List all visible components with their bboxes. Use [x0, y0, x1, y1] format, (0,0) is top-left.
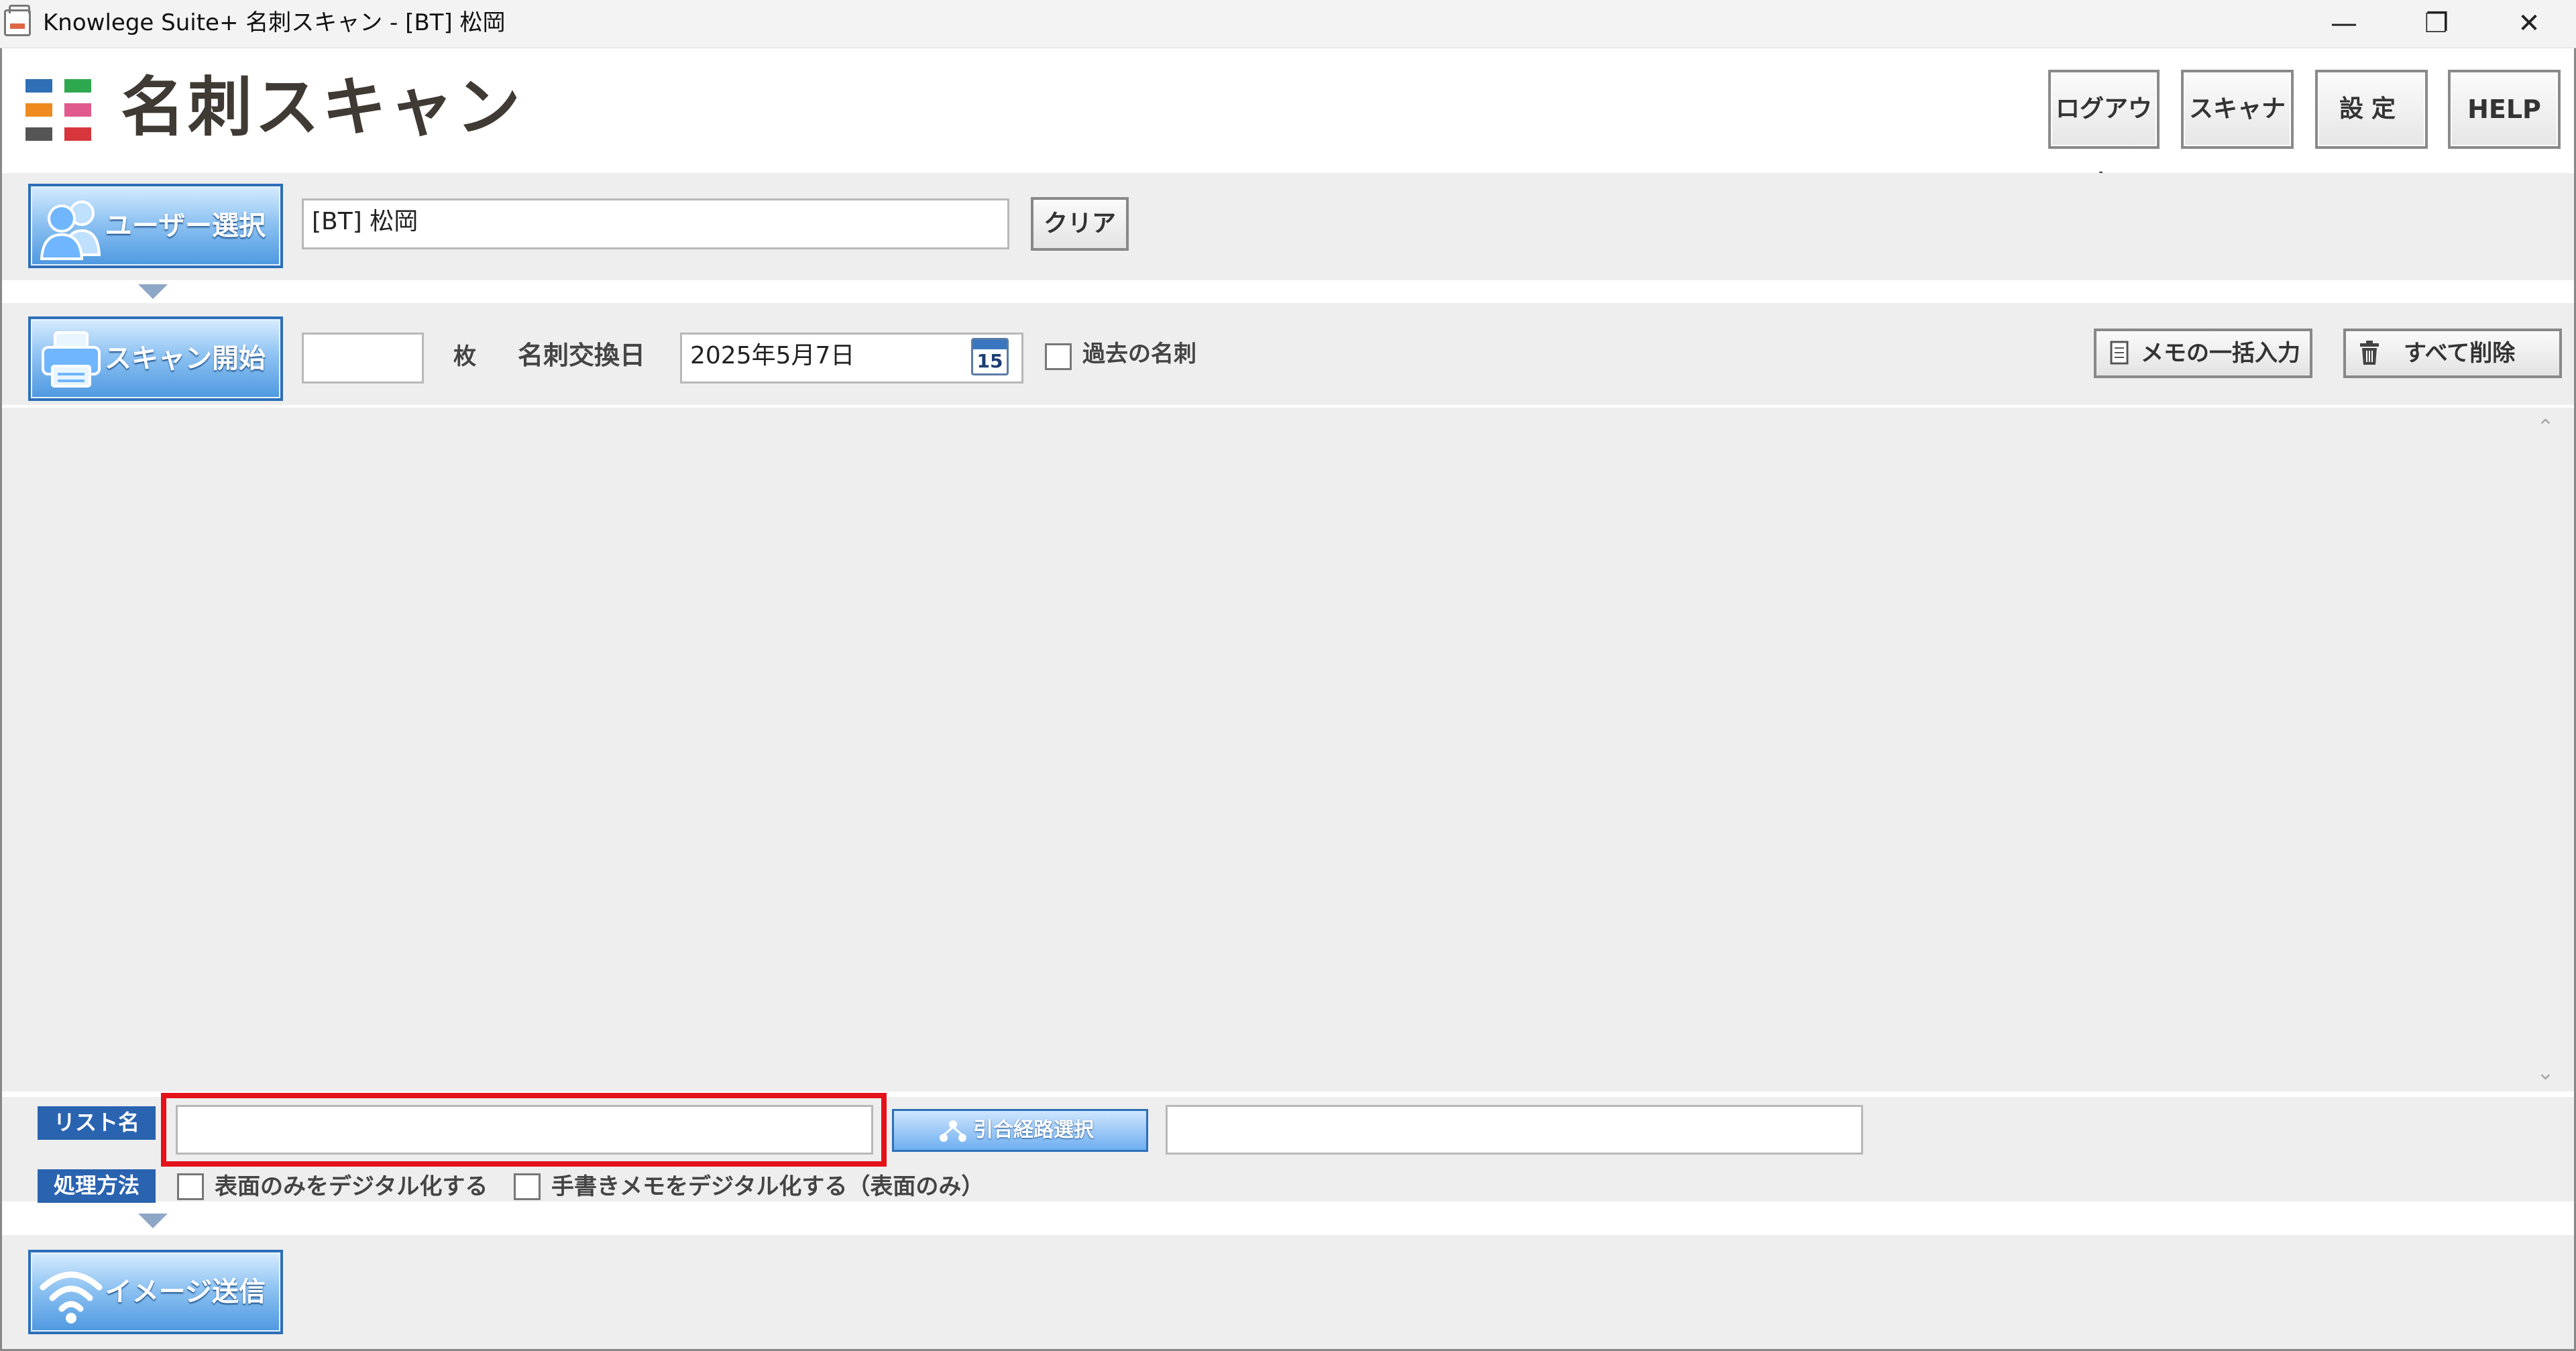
list-name-tag: リスト名 [38, 1106, 156, 1140]
scan-start-button[interactable]: スキャン開始 [28, 316, 283, 401]
minimize-button[interactable]: — [2298, 0, 2390, 48]
image-send-label: イメージ送信 [105, 1277, 266, 1307]
user-select-label: ユーザー選択 [105, 211, 266, 241]
front-only-label: 表面のみをデジタル化する [215, 1173, 488, 1200]
referral-route-button[interactable]: 引合経路選択 [892, 1109, 1148, 1152]
image-send-button[interactable]: イメージ送信 [28, 1250, 283, 1334]
chevron-down-icon [138, 1214, 168, 1228]
logo-block [25, 103, 52, 117]
count-unit-label: 枚 [453, 343, 476, 370]
scan-count-field[interactable] [302, 333, 424, 384]
referral-route-field[interactable] [1166, 1105, 1863, 1155]
logo-block [25, 79, 52, 93]
past-cards-label: 過去の名刺 [1082, 341, 1196, 367]
app-logo-icon [25, 79, 95, 142]
users-icon [40, 200, 101, 260]
calendar-day: 15 [976, 350, 1003, 372]
send-panel [2, 1235, 2574, 1349]
memo-bulk-label: メモの一括入力 [2141, 340, 2300, 367]
window-title: Knowlege Suite+ 名刺スキャン - [BT] 松岡 [43, 9, 506, 36]
delete-all-button[interactable]: すべて削除 [2343, 329, 2562, 378]
logo-block [25, 127, 52, 141]
exchange-date-label: 名刺交換日 [518, 341, 646, 370]
memo-bulk-input-button[interactable]: メモの一括入力 [2094, 329, 2312, 378]
scan-start-label: スキャン開始 [105, 343, 266, 374]
app-icon [4, 5, 31, 36]
handwritten-memo-checkbox[interactable] [514, 1173, 541, 1200]
logo-block [64, 127, 91, 141]
app-title: 名刺スキャン [121, 70, 523, 145]
referral-route-label: 引合経路選択 [973, 1118, 1094, 1142]
clear-button[interactable]: クリア [1031, 197, 1129, 251]
logo-block [64, 79, 91, 93]
scroll-down-icon[interactable]: ⌄ [2536, 1059, 2555, 1085]
memo-icon [2110, 341, 2129, 365]
handwritten-memo-label: 手書きメモをデジタル化する（表面のみ） [551, 1173, 985, 1200]
front-only-checkbox[interactable] [177, 1173, 204, 1200]
user-select-button[interactable]: ユーザー選択 [28, 184, 283, 268]
trash-icon [2360, 341, 2379, 365]
scanner-icon [42, 331, 101, 388]
settings-button[interactable]: 設定 [2315, 70, 2428, 149]
process-method-tag: 処理方法 [38, 1169, 156, 1203]
wifi-icon [40, 1271, 103, 1324]
list-name-input[interactable] [176, 1105, 873, 1155]
scanner-button[interactable]: スキャナ [2181, 70, 2294, 149]
scanned-card-list[interactable] [2, 408, 2574, 1092]
user-name-field[interactable]: [BT] 松岡 [302, 198, 1009, 249]
logout-button[interactable]: ログアウト [2048, 70, 2160, 196]
help-button[interactable]: HELP [2448, 70, 2561, 149]
logo-block [64, 103, 91, 117]
chevron-down-icon [138, 284, 168, 299]
restore-button[interactable]: ❐ [2390, 0, 2483, 48]
scroll-up-icon[interactable]: ⌃ [2536, 414, 2555, 440]
route-icon [940, 1120, 966, 1142]
past-cards-checkbox[interactable] [1045, 343, 1072, 370]
delete-all-label: すべて削除 [2404, 340, 2516, 367]
close-button[interactable]: ✕ [2483, 0, 2575, 48]
calendar-icon[interactable]: 15 [971, 338, 1009, 375]
title-bar: Knowlege Suite+ 名刺スキャン - [BT] 松岡 — ❐ ✕ [0, 0, 2576, 48]
